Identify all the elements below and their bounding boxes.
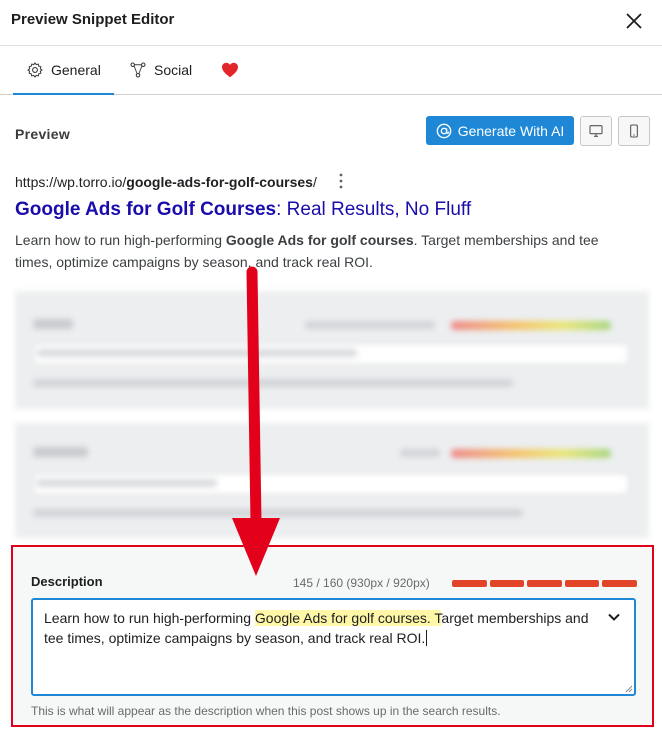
- serp-description: Learn how to run high-performing Google …: [15, 229, 625, 273]
- blurred-title-panel: [15, 291, 649, 409]
- description-length-meter: [452, 580, 637, 587]
- description-help-text: This is what will appear as the descript…: [31, 704, 501, 718]
- meter-segment: [527, 580, 562, 587]
- desktop-preview-button[interactable]: [580, 116, 612, 146]
- description-text-highlight: Google Ads for golf courses. T: [254, 610, 442, 626]
- text-cursor: [426, 630, 428, 646]
- close-icon[interactable]: [622, 9, 646, 33]
- heart-icon: [222, 62, 238, 78]
- description-label: Description: [31, 574, 103, 589]
- serp-url-slug: google-ads-for-golf-courses: [126, 174, 313, 190]
- serp-desc-start: Learn how to run high-performing: [15, 232, 226, 248]
- meter-segment: [489, 580, 524, 587]
- serp-url: https://wp.torro.io/google-ads-for-golf-…: [15, 174, 317, 190]
- mobile-icon: [630, 124, 638, 138]
- description-panel: Description 145 / 160 (930px / 920px) Le…: [11, 545, 654, 727]
- description-text-start: Learn how to run high-performing: [44, 610, 255, 626]
- tab-social[interactable]: Social: [129, 46, 192, 94]
- tab-general-label: General: [51, 61, 101, 78]
- meter-segment: [602, 580, 637, 587]
- description-textarea[interactable]: Learn how to run high-performing Google …: [31, 598, 636, 696]
- meter-segment: [452, 580, 487, 587]
- tab-bar: General Social: [0, 46, 662, 95]
- modal-title: Preview Snippet Editor: [11, 11, 175, 28]
- tab-general[interactable]: General: [13, 46, 114, 95]
- gear-icon: [27, 61, 43, 78]
- serp-title-keyword: Google Ads for Golf Courses: [15, 199, 277, 220]
- resize-handle-icon[interactable]: [625, 685, 633, 693]
- mobile-preview-button[interactable]: [618, 116, 650, 146]
- modal-header: Preview Snippet Editor: [0, 0, 662, 46]
- share-nodes-icon: [130, 62, 146, 78]
- tab-favorite[interactable]: [221, 46, 246, 94]
- serp-desc-keyword: Google Ads for golf courses: [225, 232, 414, 248]
- serp-title-rest: : Real Results, No Fluff: [276, 199, 472, 220]
- generate-with-ai-button[interactable]: Generate With AI: [426, 116, 574, 145]
- more-vertical-icon[interactable]: [336, 172, 346, 190]
- generate-with-ai-label: Generate With AI: [457, 122, 565, 139]
- preview-heading: Preview: [15, 126, 71, 142]
- blurred-slug-panel: [15, 423, 649, 538]
- tab-social-label: Social: [154, 62, 193, 78]
- serp-url-suffix: /: [312, 174, 317, 190]
- ai-at-icon: [436, 123, 452, 138]
- desktop-icon: [589, 125, 603, 137]
- serp-url-domain: https://wp.torro.io/: [15, 174, 127, 190]
- chevron-down-icon[interactable]: [606, 609, 622, 625]
- serp-title[interactable]: Google Ads for Golf Courses: Real Result…: [15, 199, 471, 221]
- meter-segment: [564, 580, 599, 587]
- description-char-count: 145 / 160 (930px / 920px): [293, 576, 430, 590]
